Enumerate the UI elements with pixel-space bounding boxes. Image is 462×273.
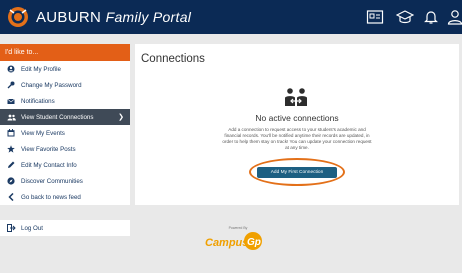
pencil-icon: [6, 161, 16, 169]
empty-state-title: No active connections: [255, 113, 339, 123]
sidebar-item-notifications[interactable]: Notifications: [0, 93, 130, 109]
sidebar-heading: I'd like to...: [0, 44, 130, 61]
chevron-left-icon: [6, 193, 16, 201]
user-icon[interactable]: [446, 9, 462, 25]
key-icon: [6, 81, 16, 89]
auburn-tiger-logo-icon[interactable]: [6, 5, 30, 29]
sidebar-item-label: View Favorite Posts: [21, 145, 76, 153]
user-circle-icon: [6, 65, 16, 73]
sidebar-item-view-events[interactable]: View My Events: [0, 125, 130, 141]
id-card-icon[interactable]: [366, 9, 384, 25]
envelope-icon: [6, 97, 16, 105]
svg-text:Gp: Gp: [247, 237, 261, 248]
portal-brand[interactable]: AUBURN Family Portal: [36, 9, 191, 26]
sidebar-item-favorite-posts[interactable]: View Favorite Posts: [0, 141, 130, 157]
graduation-cap-icon[interactable]: [396, 9, 414, 25]
page-title: Connections: [141, 53, 205, 65]
sidebar-item-label: Discover Communities: [21, 177, 83, 185]
svg-text:Campus: Campus: [205, 237, 248, 249]
calendar-icon: [6, 129, 16, 137]
bell-icon[interactable]: [422, 9, 440, 25]
connections-icon: [285, 88, 307, 106]
compass-icon: [6, 177, 16, 185]
sidebar-item-label: View My Events: [21, 129, 65, 137]
users-icon: [6, 113, 16, 121]
sidebar-item-change-password[interactable]: Change My Password: [0, 77, 130, 93]
sidebar-item-label: Go back to news feed: [21, 193, 81, 201]
empty-state-description: Add a connection to request access to yo…: [222, 127, 372, 150]
sidebar-item-edit-contact-info[interactable]: Edit My Contact Info: [0, 157, 130, 173]
sidebar-menu: I'd like to... Edit My Profile Change My…: [0, 44, 130, 205]
sidebar-item-discover-communities[interactable]: Discover Communities: [0, 173, 130, 189]
sidebar-item-label: Edit My Contact Info: [21, 161, 77, 169]
star-icon: [6, 145, 16, 153]
chevron-right-icon: ❯: [118, 114, 124, 121]
sidebar-item-label: Edit My Profile: [21, 65, 61, 73]
add-first-connection-button[interactable]: Add My First Connection: [257, 167, 337, 178]
sidebar-item-edit-profile[interactable]: Edit My Profile: [0, 61, 130, 77]
brand-main: AUBURN: [36, 9, 102, 26]
connections-panel: Connections No active connections Add a …: [135, 44, 459, 205]
brand-sub: Family Portal: [105, 9, 192, 25]
campusgroups-logo[interactable]: Campus Gp: [203, 230, 265, 252]
top-nav-bar: AUBURN Family Portal: [0, 0, 462, 34]
sidebar-item-view-student-connections[interactable]: View Student Connections ❯: [0, 109, 130, 125]
sidebar-item-label: Change My Password: [21, 81, 82, 89]
sidebar-item-label: Notifications: [21, 97, 55, 105]
sidebar-item-news-feed[interactable]: Go back to news feed: [0, 189, 130, 205]
sidebar-item-label: View Student Connections: [21, 113, 94, 121]
